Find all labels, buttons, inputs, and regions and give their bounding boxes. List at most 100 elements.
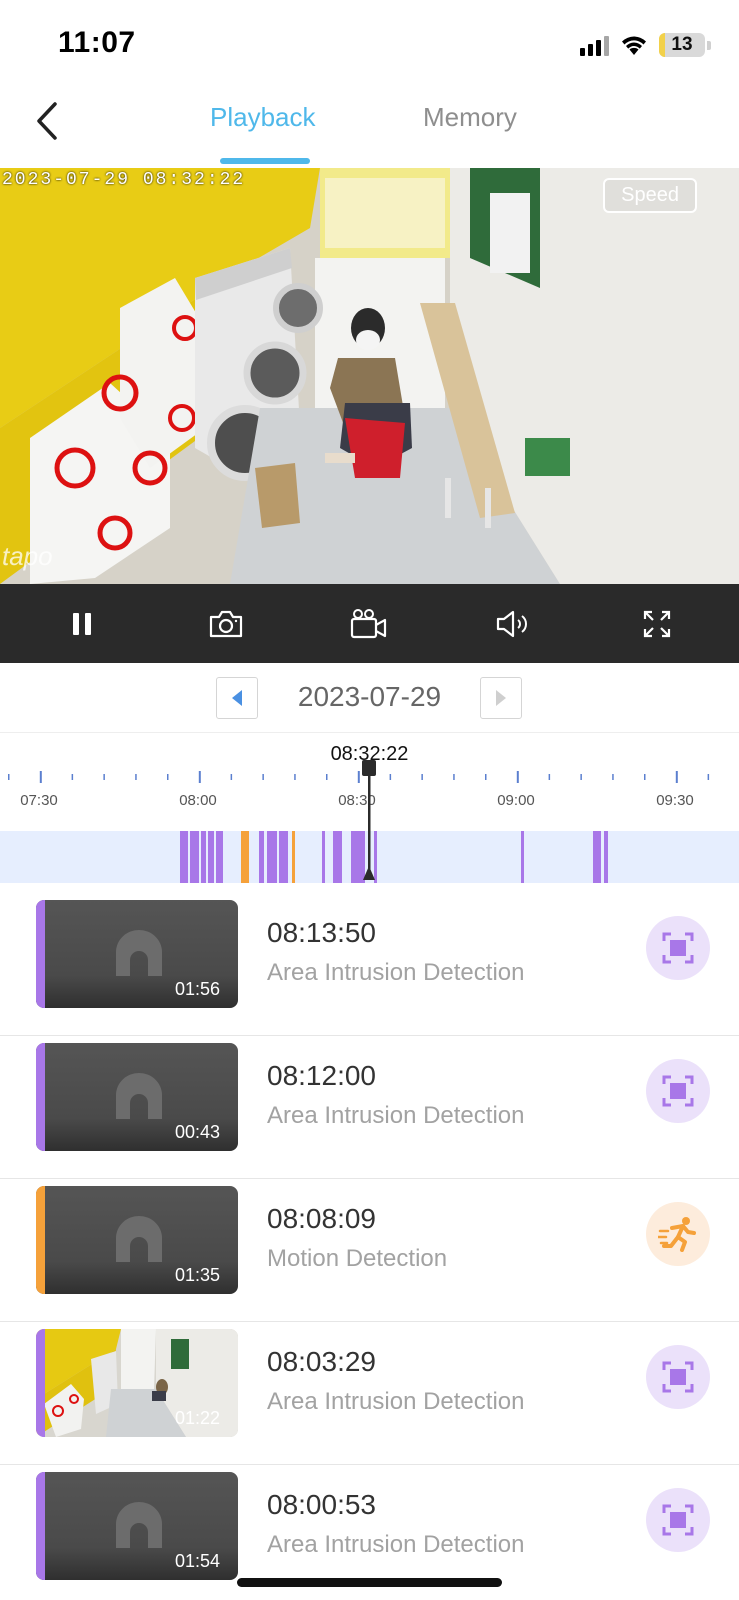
playhead-marker[interactable]	[359, 760, 379, 880]
watermark-logo: tapo	[2, 541, 53, 571]
timeline-tick	[230, 774, 233, 780]
event-color-bar	[36, 1186, 45, 1294]
timeline-tick	[707, 774, 710, 780]
event-item[interactable]: 00:43 08:12:00 Area Intrusion Detection	[0, 1036, 739, 1179]
current-date[interactable]: 2023-07-29	[0, 681, 739, 713]
event-type-badge	[646, 1059, 710, 1123]
area-intrusion-icon	[662, 1361, 694, 1393]
event-type: Area Intrusion Detection	[267, 959, 525, 986]
timeline-tick	[453, 774, 455, 780]
timeline-tick	[389, 774, 392, 780]
event-type-badge	[646, 916, 710, 980]
event-thumbnail[interactable]: 01:56	[36, 900, 238, 1008]
timeline-tick	[548, 774, 551, 780]
event-duration: 00:43	[174, 1122, 220, 1142]
event-duration: 01:22	[174, 1408, 220, 1428]
timeline[interactable]: 08:32:22 07:30 08:00 08:30 09:00 09:30	[0, 733, 739, 893]
event-time: 08:12:00	[267, 1060, 376, 1091]
video-player[interactable]: 2023-07-29 08:32:22 Speed tapo	[0, 168, 739, 584]
wifi-icon	[622, 36, 646, 55]
timeline-event	[216, 831, 223, 883]
home-placeholder-icon	[116, 930, 162, 976]
timeline-event	[521, 831, 524, 883]
timeline-event	[292, 831, 295, 883]
event-time: 08:00:53	[267, 1489, 376, 1520]
status-bar: 11:07 13	[0, 0, 739, 90]
event-item[interactable]: 01:56 08:13:50 Area Intrusion Detection	[0, 893, 739, 1036]
event-item[interactable]: 01:22 08:03:29 Area Intrusion Detection	[0, 1322, 739, 1465]
event-duration: 01:54	[174, 1551, 220, 1571]
video-timestamp: 2023-07-29 08:32:22	[2, 170, 246, 190]
area-intrusion-icon	[662, 1504, 694, 1536]
timeline-tick	[8, 774, 10, 780]
camera-feed-image	[0, 168, 739, 584]
timeline-event	[593, 831, 601, 883]
event-type: Area Intrusion Detection	[267, 1102, 525, 1129]
timeline-tick	[167, 774, 169, 780]
event-type-badge	[646, 1345, 710, 1409]
timeline-event	[190, 831, 199, 883]
event-type: Motion Detection	[267, 1245, 448, 1272]
fullscreen-icon	[643, 610, 671, 638]
timeline-event	[241, 831, 249, 883]
running-person-icon	[658, 1217, 696, 1252]
timeline-tick	[675, 771, 678, 783]
tab-memory[interactable]: Memory	[423, 102, 517, 133]
event-time: 08:08:09	[267, 1203, 376, 1234]
tab-playback[interactable]: Playback	[210, 102, 316, 133]
volume-button[interactable]	[490, 601, 536, 647]
timeline-tick	[421, 774, 423, 780]
home-placeholder-icon	[116, 1216, 162, 1262]
timeline-event	[201, 831, 206, 883]
event-type: Area Intrusion Detection	[267, 1531, 525, 1558]
timeline-event	[604, 831, 608, 883]
timeline-event	[279, 831, 288, 883]
timeline-label: 08:00	[179, 792, 217, 809]
event-thumbnail[interactable]: 00:43	[36, 1043, 238, 1151]
timeline-tick	[326, 774, 328, 780]
video-record-icon	[350, 609, 387, 639]
event-duration: 01:56	[174, 979, 220, 999]
active-tab-indicator	[220, 158, 310, 164]
timeline-tick	[612, 774, 614, 780]
battery-nub	[707, 40, 711, 50]
pause-button[interactable]	[59, 601, 105, 647]
event-thumbnail[interactable]: 01:35	[36, 1186, 238, 1294]
timeline-tick	[39, 771, 42, 783]
record-button[interactable]	[346, 601, 392, 647]
timeline-label: 09:30	[656, 792, 694, 809]
chevron-left-icon	[37, 102, 57, 140]
timeline-tick	[198, 771, 201, 783]
timeline-tick	[103, 774, 105, 780]
status-time: 11:07	[58, 26, 136, 59]
event-color-bar	[36, 900, 45, 1008]
event-time: 08:03:29	[267, 1346, 376, 1377]
home-placeholder-icon	[116, 1502, 162, 1548]
event-type: Area Intrusion Detection	[267, 1388, 525, 1415]
event-type-badge	[646, 1488, 710, 1552]
event-item[interactable]: 01:35 08:08:09 Motion Detection	[0, 1179, 739, 1322]
battery-icon: 13	[659, 33, 705, 57]
triangle-right-icon	[496, 690, 506, 706]
back-button[interactable]	[22, 96, 72, 146]
event-thumbnail[interactable]: 01:54	[36, 1472, 238, 1580]
timeline-event	[180, 831, 188, 883]
battery-level: 13	[671, 34, 693, 55]
event-list: 01:56 08:13:50 Area Intrusion Detection …	[0, 893, 739, 1600]
volume-icon	[496, 610, 527, 638]
event-type-badge	[646, 1202, 710, 1266]
timeline-event	[333, 831, 342, 883]
timeline-event	[259, 831, 264, 883]
timeline-tick	[262, 774, 264, 780]
header: Playback Memory	[0, 90, 739, 168]
speed-button[interactable]: Speed	[603, 178, 697, 213]
timeline-label: 07:30	[20, 792, 58, 809]
event-thumbnail[interactable]: 01:22	[36, 1329, 238, 1437]
snapshot-button[interactable]	[203, 601, 249, 647]
next-day-button[interactable]	[480, 677, 522, 719]
timeline-event	[267, 831, 277, 883]
fullscreen-button[interactable]	[634, 601, 680, 647]
event-time: 08:13:50	[267, 917, 376, 948]
home-indicator[interactable]	[237, 1578, 502, 1587]
timeline-tick	[135, 774, 137, 780]
